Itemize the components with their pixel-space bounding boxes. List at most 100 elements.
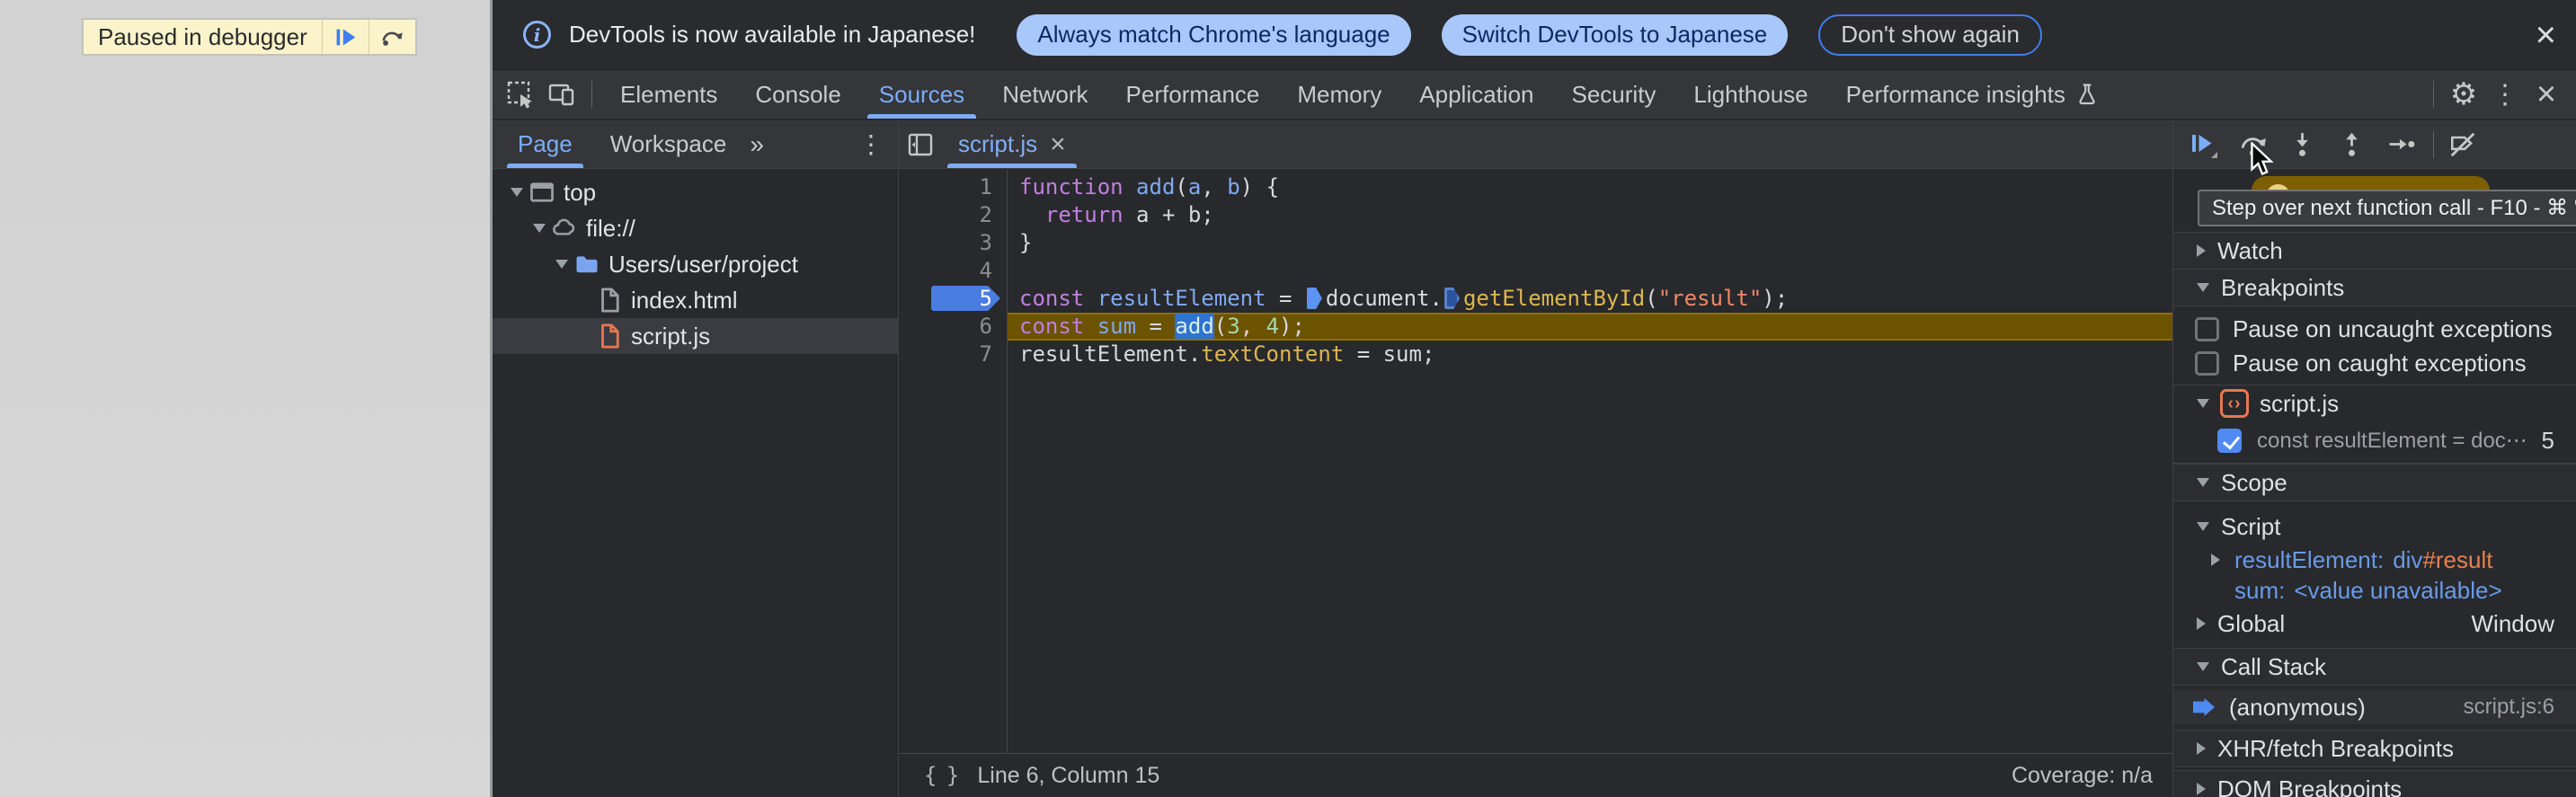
checkbox-unchecked[interactable] xyxy=(2195,316,2219,341)
call-stack-frame[interactable]: (anonymous) script.js:6 xyxy=(2173,690,2576,724)
device-toolbar-button[interactable] xyxy=(541,74,582,115)
step-out-icon xyxy=(2345,132,2358,156)
caret-down-icon[interactable] xyxy=(533,224,546,233)
step-into-button[interactable] xyxy=(2282,125,2322,164)
scope-node-script[interactable]: Script xyxy=(2173,509,2576,545)
code-line-4[interactable]: 4 xyxy=(899,257,2172,285)
section-header-call-stack[interactable]: Call Stack xyxy=(2173,648,2576,686)
step-over-button-overlay[interactable] xyxy=(368,20,415,54)
toggle-navigator-button[interactable] xyxy=(899,120,942,168)
tree-item-file-[interactable]: file:// xyxy=(493,210,898,246)
line-gutter[interactable]: 3 xyxy=(899,229,1007,257)
navigator-tab-workspace[interactable]: Workspace xyxy=(598,120,740,168)
resume-script-button[interactable] xyxy=(321,20,369,54)
step-out-button[interactable] xyxy=(2332,125,2371,164)
caret-down-icon[interactable] xyxy=(2197,399,2209,408)
tree-item-index-html[interactable]: index.html xyxy=(493,282,898,318)
toolbar-separator xyxy=(591,81,592,108)
inline-breakpoint-marker[interactable] xyxy=(1306,288,1322,309)
frame-icon xyxy=(530,182,554,202)
notification-close-icon[interactable]: × xyxy=(2536,17,2556,53)
tab-console[interactable]: Console xyxy=(736,70,859,119)
notification-action-button[interactable]: Switch DevTools to Japanese xyxy=(1441,13,1789,56)
resume-button[interactable] xyxy=(2183,125,2223,164)
checkbox-unchecked[interactable] xyxy=(2195,350,2219,376)
caret-right-icon[interactable] xyxy=(2197,244,2206,257)
code-editor[interactable]: 1 function add(a, b) {2 return a + b; 3} 4 5… xyxy=(899,170,2172,753)
caret-slot xyxy=(552,260,572,269)
settings-button[interactable]: ⚙ xyxy=(2443,74,2484,115)
tab-performance[interactable]: Performance xyxy=(1107,70,1279,119)
notification-action-button[interactable]: Always match Chrome's language xyxy=(1017,13,1411,56)
folder-icon-wrap xyxy=(573,251,600,278)
line-gutter[interactable]: 6 xyxy=(899,313,1007,341)
tab-performance-insights[interactable]: Performance insights xyxy=(1827,70,2119,119)
editor-tab-scriptjs[interactable]: script.js × xyxy=(942,120,1082,168)
tab-application[interactable]: Application xyxy=(1400,70,1552,119)
devtools-screenshot: Paused in debugger i DevTools is now ava… xyxy=(0,0,2576,797)
breakpoint-entry[interactable]: const resultElement = doc⋯ 5 xyxy=(2173,421,2576,459)
editor-tab-close-icon[interactable]: × xyxy=(1050,130,1066,158)
breakpoint-gutter[interactable]: 5 xyxy=(899,285,1007,313)
navigator-overflow-chevrons[interactable]: » xyxy=(750,130,764,159)
deactivate-breakpoints-button[interactable] xyxy=(2443,125,2483,164)
close-devtools-button[interactable]: × xyxy=(2526,74,2567,115)
tree-item-script-js[interactable]: script.js xyxy=(493,318,898,354)
section-header-breakpoints[interactable]: Breakpoints xyxy=(2173,269,2576,306)
line-gutter[interactable]: 2 xyxy=(899,201,1007,229)
step-button[interactable] xyxy=(2381,125,2421,164)
tab-memory[interactable]: Memory xyxy=(1278,70,1400,119)
caret-down-icon[interactable] xyxy=(2197,478,2209,487)
line-gutter[interactable]: 7 xyxy=(899,341,1007,368)
caret-down-icon[interactable] xyxy=(511,188,523,197)
section-header-scope[interactable]: Scope xyxy=(2173,464,2576,501)
notification-action-button[interactable]: Don't show again xyxy=(1818,13,2042,56)
checkbox-row-pause-on-caught-exceptions[interactable]: Pause on caught exceptions xyxy=(2173,346,2576,380)
pretty-print-icon[interactable] xyxy=(924,763,957,788)
folder-icon xyxy=(576,256,598,273)
step-over-tooltip: Step over next function call - F10 - ⌘ ' xyxy=(2198,190,2576,226)
code-line-content: function add(a, b) { xyxy=(1007,173,2172,201)
caret-down-icon[interactable] xyxy=(2197,522,2209,531)
tab-elements[interactable]: Elements xyxy=(601,70,736,119)
scope-node-global[interactable]: Global Window xyxy=(2173,606,2576,642)
code-line-6[interactable]: 6 const sum = add(3, 4); xyxy=(899,313,2172,341)
caret-right-icon[interactable] xyxy=(2197,783,2206,795)
checkbox-row-pause-on-uncaught-exceptions[interactable]: Pause on uncaught exceptions xyxy=(2173,312,2576,346)
js-file-icon xyxy=(601,323,619,349)
caret-right-icon[interactable] xyxy=(2211,553,2220,566)
caret-down-icon[interactable] xyxy=(555,260,568,269)
line-gutter[interactable]: 1 xyxy=(899,173,1007,201)
caret-right-icon[interactable] xyxy=(2197,742,2206,755)
code-line-3[interactable]: 3} xyxy=(899,229,2172,257)
inspect-element-button[interactable] xyxy=(500,74,541,115)
navigator-tab-page[interactable]: Page xyxy=(505,120,585,168)
tree-item-Users-user-project[interactable]: Users/user/project xyxy=(493,246,898,282)
tab-security[interactable]: Security xyxy=(1553,70,1675,119)
caret-down-icon[interactable] xyxy=(2197,662,2209,671)
breakpoint-group-script-js[interactable]: script.js xyxy=(2173,385,2576,421)
inline-breakpoint-marker[interactable] xyxy=(1443,288,1460,309)
tab-sources[interactable]: Sources xyxy=(860,70,983,119)
caret-down-icon[interactable] xyxy=(2197,283,2209,292)
section-header-dom-breakpoints[interactable]: DOM Breakpoints xyxy=(2173,770,2576,797)
caret-slot xyxy=(507,188,527,197)
tab-network[interactable]: Network xyxy=(983,70,1106,119)
tab-lighthouse[interactable]: Lighthouse xyxy=(1674,70,1826,119)
code-line-5[interactable]: 5 const resultElement = document. getEleme… xyxy=(899,285,2172,313)
code-line-2[interactable]: 2 return a + b; xyxy=(899,201,2172,229)
scope-variable-resultelement[interactable]: resultElement: div#result xyxy=(2173,545,2576,575)
caret-right-icon[interactable] xyxy=(2197,617,2206,630)
resume-icon xyxy=(336,29,356,45)
code-line-1[interactable]: 1 function add(a, b) { xyxy=(899,173,2172,201)
section-header-xhr-fetch-breakpoints[interactable]: XHR/fetch Breakpoints xyxy=(2173,730,2576,767)
tree-item-top[interactable]: top xyxy=(493,174,898,210)
section-header-watch[interactable]: Watch xyxy=(2173,232,2576,270)
line-gutter[interactable]: 4 xyxy=(899,257,1007,285)
navigator-more-button[interactable]: ⋮ xyxy=(858,129,884,159)
code-line-7[interactable]: 7 resultElement.textContent = sum; xyxy=(899,341,2172,368)
notification-text: DevTools is now available in Japanese! xyxy=(569,21,976,48)
scope-variable-sum[interactable]: sum: <value unavailable> xyxy=(2173,575,2576,606)
breakpoint-checkbox[interactable] xyxy=(2217,428,2242,453)
more-options-button[interactable]: ⋮ xyxy=(2484,74,2526,115)
